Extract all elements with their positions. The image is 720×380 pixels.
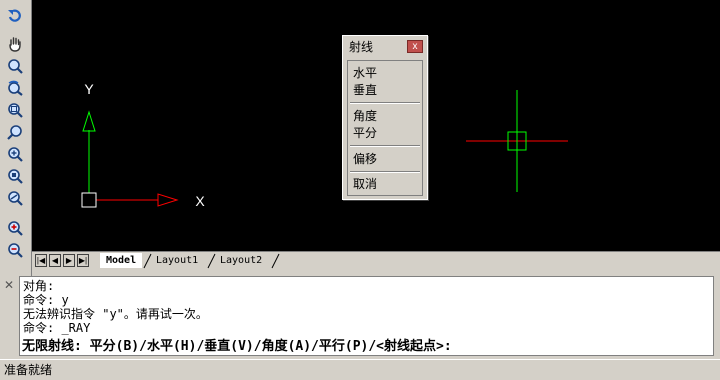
tab-separators <box>143 253 280 269</box>
menu-divider <box>350 102 420 104</box>
close-icon[interactable]: ✕ <box>3 279 15 291</box>
ray-menu-body: 水平 垂直 角度 平分 偏移 取消 <box>347 60 423 196</box>
ray-menu-item-offset[interactable]: 偏移 <box>353 151 377 167</box>
ray-menu-item-angle[interactable]: 角度 <box>353 108 377 124</box>
zoom-object-icon[interactable] <box>5 188 25 208</box>
ray-menu-item-bisect[interactable]: 平分 <box>353 125 377 141</box>
ucs-icon: Y X <box>81 81 205 209</box>
ray-menu-item-vertical[interactable]: 垂直 <box>353 82 377 98</box>
ray-menu-item-cancel[interactable]: 取消 <box>353 176 377 192</box>
menu-divider <box>350 145 420 147</box>
status-text: 准备就绪 <box>4 363 53 377</box>
ucs-x-label: X <box>195 193 205 209</box>
crosshair-cursor <box>466 90 568 192</box>
zoom-previous-icon[interactable] <box>5 78 25 98</box>
command-prompt[interactable]: 无限射线: 平分(B)/水平(H)/垂直(V)/角度(A)/平行(P)/<射线起… <box>22 338 452 355</box>
zoom-scale-icon[interactable] <box>5 144 25 164</box>
close-icon[interactable]: x <box>407 40 423 53</box>
layout-tab-bar: |◀ ◀ ▶ ▶| Model Layout1 Layout2 <box>32 251 720 270</box>
zoom-toolbar <box>0 0 32 276</box>
command-window: ✕ 对角: 命令: y 无法辨识指令 "y"。请再试一次。 命令: _RAY 无… <box>0 276 720 359</box>
ucs-y-label: Y <box>84 81 94 97</box>
command-history-line: 命令: y <box>23 293 69 307</box>
zoom-center-icon[interactable] <box>5 166 25 186</box>
menu-divider <box>350 171 420 173</box>
ucs-origin-box <box>81 192 97 208</box>
undo-zoom-icon[interactable] <box>5 6 25 26</box>
command-history-line: 无法辨识指令 "y"。请再试一次。 <box>23 307 208 321</box>
zoom-in-icon[interactable] <box>5 218 25 238</box>
ray-options-menu: 射线 x 水平 垂直 角度 平分 偏移 取消 <box>342 35 428 200</box>
command-history-line: 命令: _RAY <box>23 321 91 335</box>
command-history[interactable]: 对角: 命令: y 无法辨识指令 "y"。请再试一次。 命令: _RAY 无限射… <box>19 276 714 356</box>
zoom-out-icon[interactable] <box>5 240 25 260</box>
command-history-line: 对角: <box>23 279 55 293</box>
ray-menu-item-horizontal[interactable]: 水平 <box>353 65 377 81</box>
zoom-realtime-icon[interactable] <box>5 56 25 76</box>
ucs-x-arrow <box>157 193 179 207</box>
zoom-window-icon[interactable] <box>5 100 25 120</box>
pan-hand-icon[interactable] <box>5 34 25 54</box>
zoom-dynamic-icon[interactable] <box>5 122 25 142</box>
status-bar: 准备就绪 <box>0 359 720 380</box>
ucs-y-arrow <box>82 110 96 132</box>
